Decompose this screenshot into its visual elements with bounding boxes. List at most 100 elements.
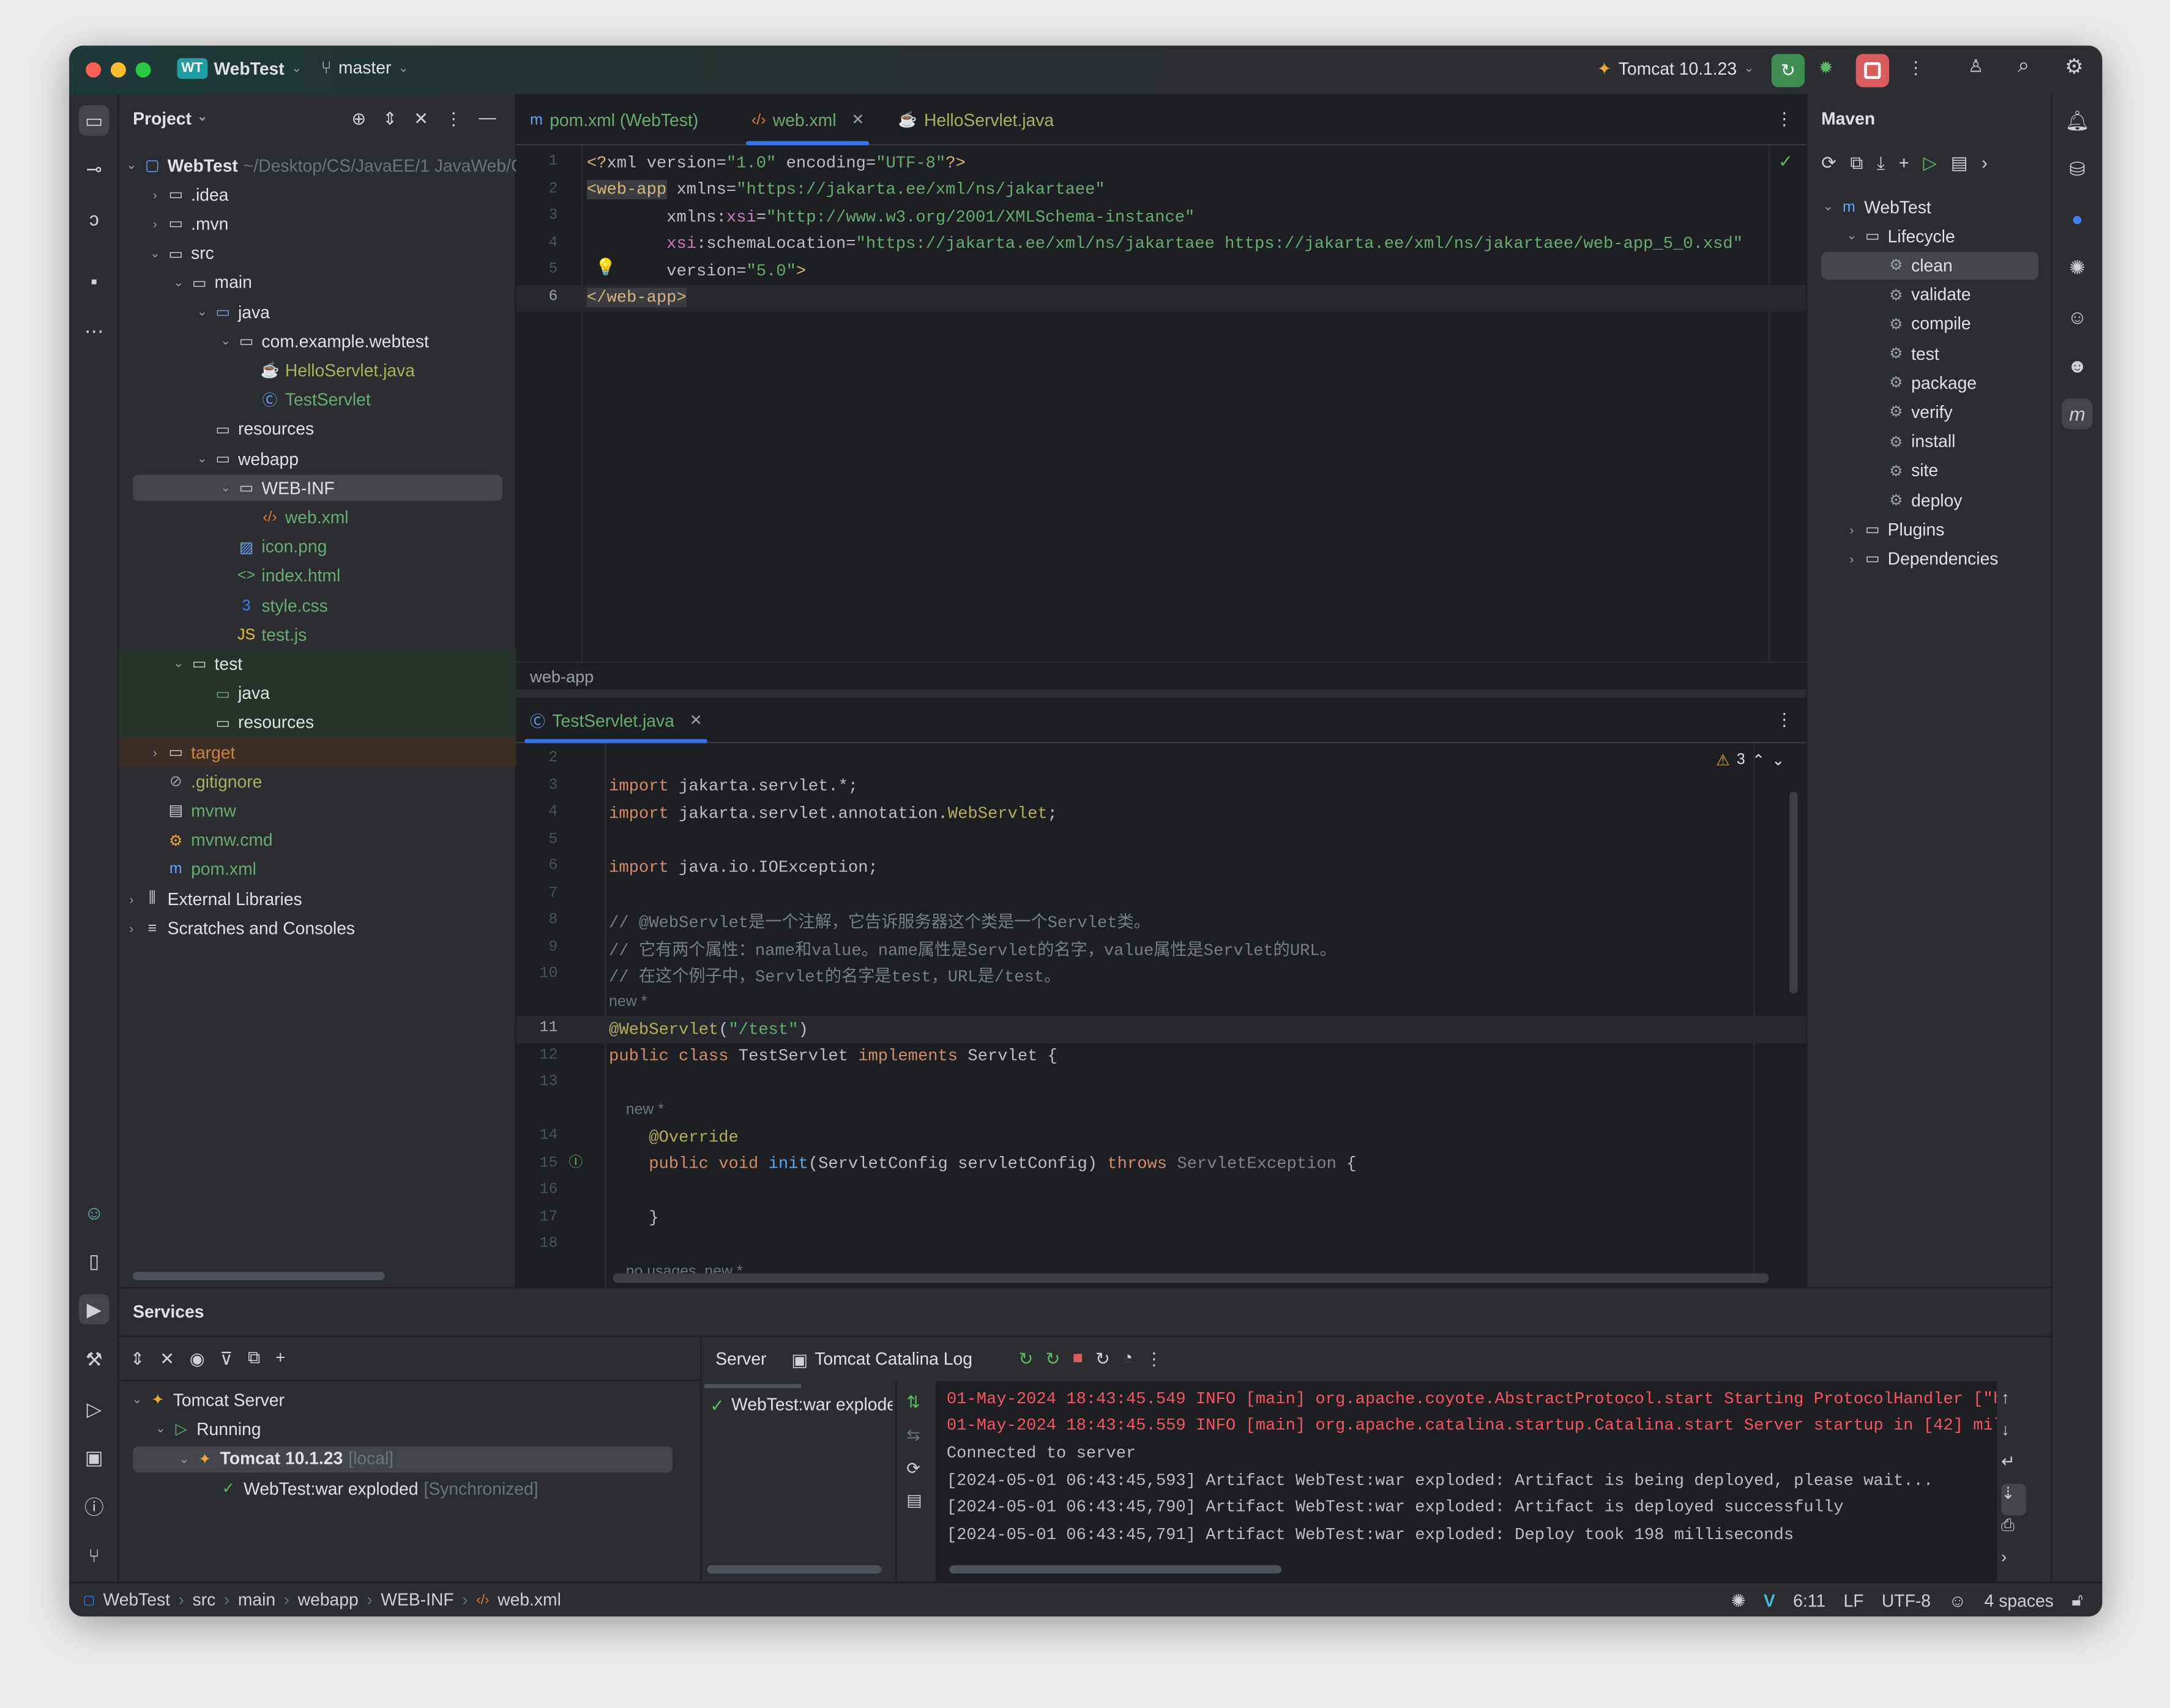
tree-item[interactable]: ⚙ install [1808,427,2053,457]
debug-button[interactable]: ✹ [1819,57,1833,78]
tab-catalina-log[interactable]: Tomcat Catalina Log [815,1349,972,1370]
tree-item[interactable]: › ▭ .mvn [119,209,516,239]
build-hammer-icon[interactable]: ⚒ [79,1344,110,1374]
minimize-window-button[interactable] [110,62,126,78]
hide-icon[interactable]: — [479,108,496,129]
deploy-icon[interactable]: ⇅ [906,1392,920,1412]
tree-item[interactable]: ⌄ ▭ com.example.webtest [119,327,516,356]
implements-gutter-icon[interactable]: Ⓘ [569,1150,583,1171]
tree-item[interactable]: ⚙ verify [1808,398,2053,427]
tree-item[interactable]: ⚙ deploy [1808,486,2053,515]
tree-item[interactable]: ⌄ ▭ webapp [119,444,516,474]
git-icon[interactable]: ⑂ [79,1540,110,1571]
tree-item[interactable]: Ⓒ TestServlet [119,386,516,415]
scroll-down-icon[interactable]: ↓ [2001,1420,2043,1452]
vertical-scrollbar[interactable] [1789,791,1798,994]
lightbulb-icon[interactable]: 💡 [595,258,616,277]
add-user-icon[interactable]: ♙ [1968,55,1983,76]
tree-item[interactable]: ⌄ ✦ Tomcat 10.1.23 [local] [119,1444,686,1474]
settings-gear-icon[interactable]: ⚙ [2065,54,2083,78]
caret-position[interactable]: 6:11 [1793,1591,1825,1611]
add-service-icon[interactable]: + [275,1348,286,1369]
maximize-window-button[interactable] [135,62,151,78]
expand-all-icon[interactable]: ⇕ [382,108,397,129]
locate-icon[interactable]: ⊕ [351,108,366,129]
xml-code-area[interactable]: 1 <? xml version= "1.0" encoding= "UTF-8" ?> 2… [516,145,1806,662]
filter-icon[interactable]: ⊽ [220,1348,233,1369]
tabs-more-icon[interactable]: ⋮ [1776,709,1793,729]
scroll-up-icon[interactable]: ↑ [2001,1388,2043,1420]
toggle-offline-icon[interactable]: ▤ [1951,152,1968,174]
chevron-right-icon[interactable]: › [1842,552,1862,566]
tree-item[interactable]: ☕ HelloServlet.java [119,356,516,386]
pull-requests-icon[interactable]: ↄ [79,203,110,234]
tree-item[interactable]: 3 style.css [119,591,516,621]
run-icon[interactable]: ▷ [79,1393,110,1424]
view-options-eye-icon[interactable]: ◉ [190,1348,205,1369]
tree-item[interactable]: ⚙ package [1808,368,2053,398]
more-icon[interactable]: ⋮ [1907,57,1924,78]
tree-item[interactable]: ⌄ ▭ Lifecycle [1808,222,2053,251]
rerun-button[interactable]: ↻ [1771,54,1805,88]
line-separator[interactable]: LF [1843,1591,1863,1611]
project-panel-title[interactable]: Project ⌄ [133,110,207,129]
editor-tab[interactable]: ☕ HelloServlet.java [898,94,1054,146]
tree-item[interactable]: › ▭ Dependencies [1808,545,2053,574]
editor-tab[interactable]: Ⓒ TestServlet.java ✕ [524,698,708,744]
tree-item[interactable]: ⊘ .gitignore [119,767,516,796]
tree-item[interactable]: › ▭ .idea [119,180,516,209]
tree-item[interactable]: ⚙ compile [1808,310,2053,339]
tree-item[interactable]: › ▭ Plugins [1808,515,2053,545]
tree-item[interactable]: ⌄ ▭ WEB-INF [119,474,516,503]
tree-item[interactable]: ⚙ clean [1808,251,2053,280]
editor-breadcrumb[interactable]: web-app [516,661,1806,689]
tree-item[interactable]: › ⫼ External Libraries [119,884,516,914]
terminal-icon[interactable]: ▣ [79,1442,110,1472]
tree-item[interactable]: JS test.js [119,621,516,650]
tree-item[interactable]: › ≡ Scratches and Consoles [119,914,516,943]
collapse-all-icon[interactable]: ✕ [414,108,428,129]
breadcrumb-item[interactable]: src [193,1590,216,1611]
tree-item[interactable]: ⌄ ▢ WebTest ~/Desktop/CS/JavaEE/1 JavaWeb/C [119,151,523,181]
project-tool-folder-icon[interactable]: ▭ [78,105,110,136]
vim-icon[interactable]: V [1764,1591,1775,1611]
collapse-all-icon[interactable]: ✕ [160,1348,174,1369]
redeploy-icon[interactable]: ↻ [1046,1348,1061,1369]
tree-item[interactable]: ▭ resources [119,708,516,738]
tree-item[interactable]: › ▭ target [119,737,516,767]
profiler-icon[interactable]: ◔ [1122,1348,1133,1369]
chevron-right-icon[interactable]: › [122,922,141,936]
tab-catalina-log-wrap[interactable]: ▣ Tomcat Catalina Log [791,1349,972,1370]
project-switcher[interactable]: WT WebTest ⌄ [177,58,302,79]
breadcrumb-item[interactable]: web.xml [498,1590,561,1611]
more-icon[interactable]: ⋮ [1146,1348,1163,1369]
maven-tool-icon[interactable]: m [2062,398,2093,430]
editor-tab[interactable]: m pom.xml (WebTest) [530,94,698,146]
tree-item[interactable]: m pom.xml [119,855,516,884]
chevron-down-icon[interactable]: ⌄ [174,1452,194,1467]
tree-item[interactable]: ⚙ mvnw.cmd [119,826,516,855]
structure-icon[interactable]: ▪ [79,266,110,296]
chevron-right-icon[interactable]: › [145,188,165,202]
chevron-down-icon[interactable]: ⌄ [1842,229,1862,244]
horizontal-scrollbar[interactable] [707,1565,882,1574]
chevron-down-icon[interactable]: ⌄ [127,1392,147,1408]
tree-item[interactable]: <> index.html [119,562,516,591]
horizontal-scrollbar[interactable] [613,1273,1769,1283]
ai-status-icon[interactable]: ✺ [1731,1590,1746,1611]
chevron-down-icon[interactable]: ⌄ [192,451,212,466]
chevron-down-icon[interactable]: ⌄ [216,480,236,496]
deployment-item[interactable]: ✓ WebTest:war exploded [710,1395,893,1416]
lock-icon[interactable]: 🔓︎ [2071,1590,2082,1611]
restart-icon[interactable]: ↻ [1095,1348,1110,1369]
close-window-button[interactable] [86,62,102,78]
chevron-down-icon[interactable]: ⌄ [1819,200,1838,215]
chevron-down-icon[interactable]: ⌄ [169,275,188,291]
tree-item[interactable]: ▨ icon.png [119,532,516,562]
copilot-chat-icon[interactable]: ☺ [2062,302,2093,332]
breadcrumb-item[interactable]: WebTest [103,1590,170,1611]
branch-switcher[interactable]: ⑂ master ⌄ [321,58,409,78]
bookmarks-icon[interactable]: ▯ [79,1245,110,1276]
stop-icon[interactable]: ■ [1073,1348,1083,1369]
tree-item[interactable]: ⌄ ▭ test [119,649,516,679]
